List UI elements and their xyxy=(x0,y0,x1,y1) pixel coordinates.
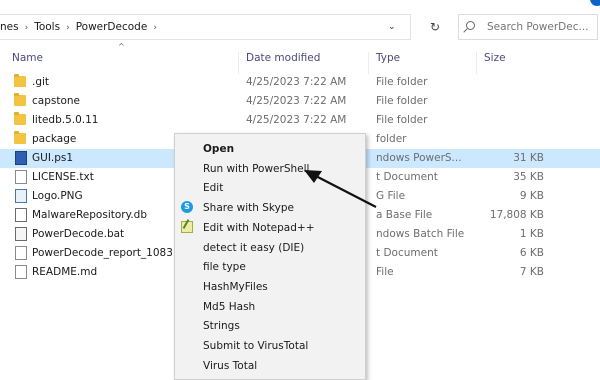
arrow-head xyxy=(304,170,322,183)
annotation-arrow xyxy=(304,170,377,208)
arrow-shaft xyxy=(309,172,377,208)
